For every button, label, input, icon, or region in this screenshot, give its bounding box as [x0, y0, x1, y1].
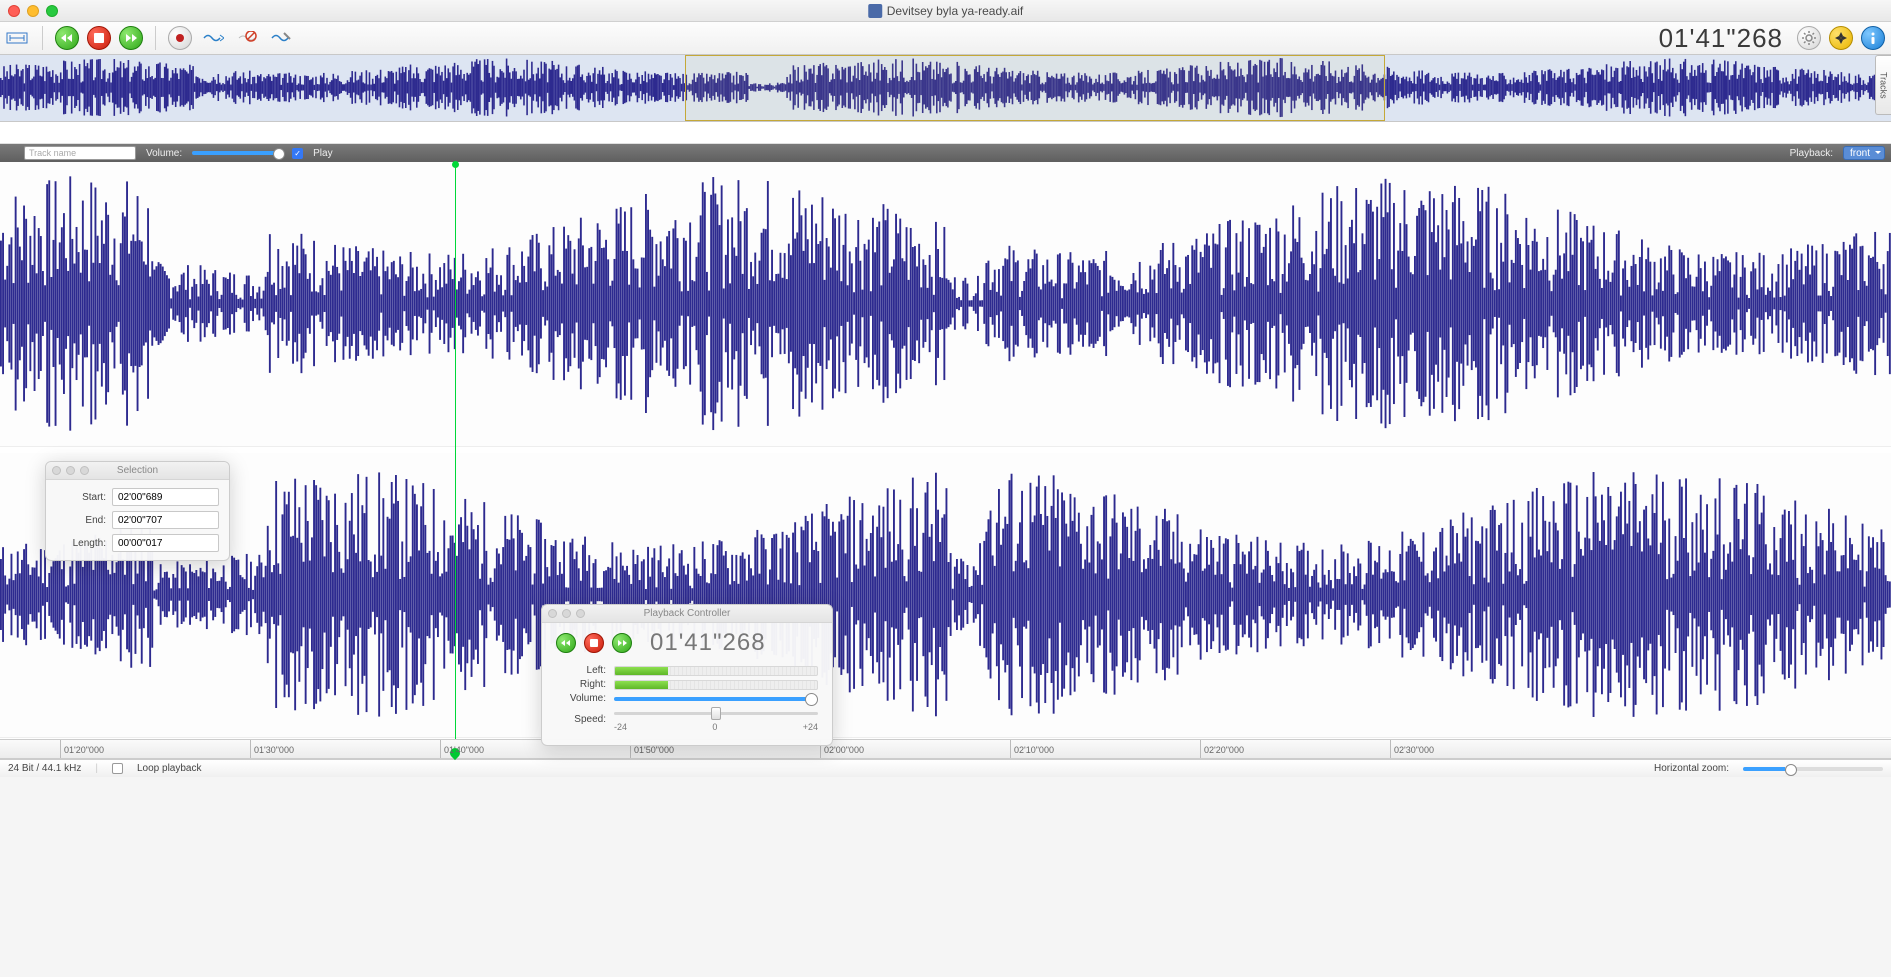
time-ruler[interactable]: 01'20"00001'30"00001'40"00001'50"00002'0… — [0, 739, 1891, 759]
stop-button[interactable] — [87, 26, 111, 50]
volume-label: Volume: — [146, 148, 182, 159]
play-checkbox[interactable]: ✓ — [292, 148, 303, 159]
selection-start-input[interactable] — [112, 488, 219, 506]
window-title-text: Devitsey byla ya-ready.aif — [887, 4, 1024, 18]
panel-min-icon[interactable] — [66, 466, 75, 475]
left-meter-label: Left: — [556, 665, 606, 676]
panel-min-icon[interactable] — [562, 609, 571, 618]
toolbar-separator — [42, 26, 43, 50]
ruler-tick: 02'30"000 — [1390, 740, 1434, 758]
playback-select[interactable]: front — [1843, 146, 1885, 160]
ruler-tick: 02'10"000 — [1010, 740, 1054, 758]
speed-mid-label: 0 — [712, 722, 717, 732]
playback-label: Playback: — [1790, 148, 1833, 159]
panel-close-icon[interactable] — [52, 466, 61, 475]
main-toolbar: 01'41"268 — [0, 22, 1891, 55]
panel-rewind-button[interactable] — [556, 633, 576, 653]
right-meter-label: Right: — [556, 679, 606, 690]
overview-waveform[interactable] — [0, 55, 1891, 122]
edit-tool-icon[interactable] — [268, 27, 294, 49]
track-name-placeholder: Track name — [29, 148, 76, 158]
rewind-button[interactable] — [55, 26, 79, 50]
left-level-meter — [614, 666, 818, 676]
playback-panel-title: Playback Controller — [644, 608, 731, 619]
panel-volume-label: Volume: — [556, 693, 606, 704]
selection-length-label: Length: — [56, 538, 106, 549]
playback-panel-titlebar[interactable]: Playback Controller — [542, 605, 832, 623]
panel-stop-button[interactable] — [584, 633, 604, 653]
selection-panel-titlebar[interactable]: Selection — [46, 462, 229, 480]
window-title: Devitsey byla ya-ready.aif — [868, 4, 1024, 18]
loop-playback-label: Loop playback — [137, 763, 202, 774]
record-button[interactable] — [168, 26, 192, 50]
speed-min-label: -24 — [614, 722, 627, 732]
burn-button[interactable] — [1829, 26, 1853, 50]
track-header-bar: Track name Volume: ✓ Play Playback: fron… — [0, 144, 1891, 162]
waveform-right-channel[interactable] — [0, 453, 1891, 738]
toolbar-separator — [155, 26, 156, 50]
window-titlebar: Devitsey byla ya-ready.aif — [0, 0, 1891, 22]
selection-end-input[interactable] — [112, 511, 219, 529]
ruler-tick: 02'20"000 — [1200, 740, 1244, 758]
selection-panel-title: Selection — [117, 465, 158, 476]
playback-panel-timecode: 01'41"268 — [650, 629, 766, 657]
forward-button[interactable] — [119, 26, 143, 50]
audio-format-text: 24 Bit / 44.1 kHz — [8, 763, 81, 774]
horizontal-zoom-label: Horizontal zoom: — [1654, 763, 1729, 774]
speed-max-label: +24 — [803, 722, 818, 732]
loop-playback-checkbox[interactable] — [112, 763, 123, 774]
waveform-left-channel[interactable] — [0, 162, 1891, 447]
waveform-tool-icon[interactable] — [200, 27, 226, 49]
track-name-input[interactable]: Track name — [24, 146, 136, 160]
minimize-window-button[interactable] — [27, 5, 39, 17]
zoom-window-button[interactable] — [46, 5, 58, 17]
ruler-tick: 01'40"000 — [440, 740, 484, 758]
info-button[interactable] — [1861, 26, 1885, 50]
selection-start-label: Start: — [56, 492, 106, 503]
panel-volume-slider[interactable] — [614, 697, 818, 701]
close-window-button[interactable] — [8, 5, 20, 17]
tracks-sidebar-tab[interactable]: Tracks — [1875, 55, 1891, 115]
waveform-editor[interactable] — [0, 162, 1891, 739]
selection-end-label: End: — [56, 515, 106, 526]
document-icon — [868, 4, 882, 18]
spacer — [0, 122, 1891, 144]
selection-panel: Selection Start: End: Length: — [45, 461, 230, 561]
panel-close-icon[interactable] — [548, 609, 557, 618]
ruler-tick: 01'30"000 — [250, 740, 294, 758]
right-level-meter — [614, 680, 818, 690]
window-controls — [8, 5, 58, 17]
playhead[interactable] — [455, 162, 456, 739]
track-volume-slider[interactable] — [192, 151, 282, 155]
play-label: Play — [313, 148, 332, 159]
main-timecode: 01'41"268 — [1659, 23, 1783, 54]
panel-forward-button[interactable] — [612, 633, 632, 653]
selection-length-input[interactable] — [112, 534, 219, 552]
status-bar: 24 Bit / 44.1 kHz | Loop playback Horizo… — [0, 759, 1891, 777]
horizontal-zoom-slider[interactable] — [1743, 767, 1883, 771]
panel-zoom-icon[interactable] — [80, 466, 89, 475]
ruler-tick: 01'20"000 — [60, 740, 104, 758]
cancel-tool-icon[interactable] — [234, 27, 260, 49]
overview-selection[interactable] — [685, 55, 1385, 121]
playback-select-value: front — [1850, 148, 1870, 159]
panel-speed-slider[interactable] — [614, 707, 818, 721]
panel-zoom-icon[interactable] — [576, 609, 585, 618]
playback-controller-panel: Playback Controller 01'41"268 Left: Righ… — [541, 604, 833, 746]
settings-button[interactable] — [1797, 26, 1821, 50]
transport-tool-icon[interactable] — [4, 27, 30, 49]
panel-speed-label: Speed: — [556, 714, 606, 725]
